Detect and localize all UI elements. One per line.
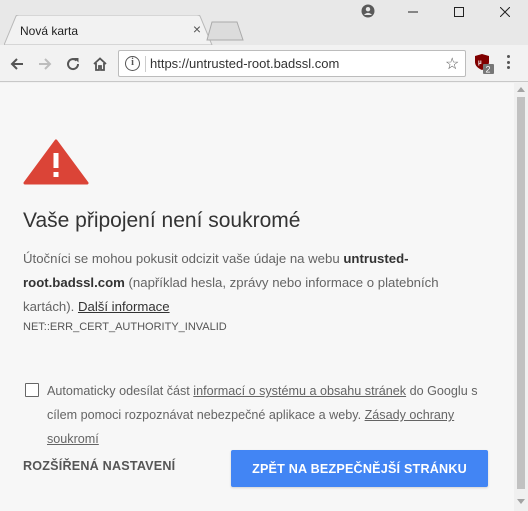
minimize-button[interactable] [390, 0, 436, 24]
title-bar: Nová karta × [0, 0, 528, 45]
bookmark-star-icon[interactable]: ☆ [445, 54, 459, 74]
back-to-safety-button[interactable]: ZPĚT NA BEZPEČNĚJŠÍ STRÁNKU [231, 450, 488, 487]
optin-checkbox[interactable] [25, 383, 39, 397]
home-button[interactable] [90, 54, 110, 74]
arrow-left-icon [10, 58, 23, 70]
address-bar[interactable]: i https://untrusted-root.badssl.com ☆ [118, 50, 466, 77]
new-tab-button[interactable] [206, 21, 244, 41]
warning-triangle-icon [23, 139, 89, 185]
tab-close-icon[interactable]: × [190, 22, 204, 36]
maximize-button[interactable] [436, 0, 482, 24]
explanation-paragraph: Útočníci se mohou pokusit odcizit vaše ú… [23, 247, 483, 319]
tab-title: Nová karta [20, 24, 79, 38]
scrollbar[interactable] [514, 83, 528, 511]
close-icon [500, 7, 510, 17]
scroll-up-arrow-icon[interactable] [517, 87, 525, 92]
tab-new-tab[interactable]: Nová karta × [4, 15, 216, 45]
toolbar: i https://untrusted-root.badssl.com ☆ μ … [0, 45, 528, 82]
intro-text: Útočníci se mohou pokusit odcizit vaše ú… [23, 251, 344, 266]
minimize-icon [408, 11, 418, 13]
page-title: Vaše připojení není soukromé [23, 209, 301, 232]
system-info-link[interactable]: informací o systému a obsahu stránek [193, 384, 406, 398]
home-icon [93, 57, 107, 71]
extension-badge: 2 [486, 65, 491, 75]
info-icon[interactable]: i [125, 56, 140, 71]
address-separator [145, 56, 146, 72]
reload-button[interactable] [63, 54, 83, 74]
learn-more-link[interactable]: Další informace [78, 299, 170, 314]
forward-nav-button[interactable] [35, 54, 55, 74]
scroll-down-arrow-icon[interactable] [517, 499, 525, 504]
error-code: NET::ERR_CERT_AUTHORITY_INVALID [23, 321, 227, 333]
extension-shield-icon[interactable]: μ 2 [474, 53, 496, 75]
advanced-button[interactable]: ROZŠÍŘENÁ NASTAVENÍ [23, 459, 175, 473]
maximize-icon [454, 7, 464, 17]
back-nav-button[interactable] [7, 54, 27, 74]
close-window-button[interactable] [482, 0, 528, 24]
arrow-right-icon [39, 58, 52, 70]
menu-icon[interactable] [507, 55, 511, 72]
profile-icon[interactable] [361, 4, 375, 18]
address-url[interactable]: https://untrusted-root.badssl.com [150, 56, 339, 71]
optin-text: Automaticky odesílat část informací o sy… [47, 379, 497, 451]
scrollbar-thumb[interactable] [517, 97, 525, 489]
svg-text:μ: μ [478, 60, 482, 66]
reload-icon [67, 58, 80, 71]
optin-text-before: Automaticky odesílat část [47, 384, 194, 398]
